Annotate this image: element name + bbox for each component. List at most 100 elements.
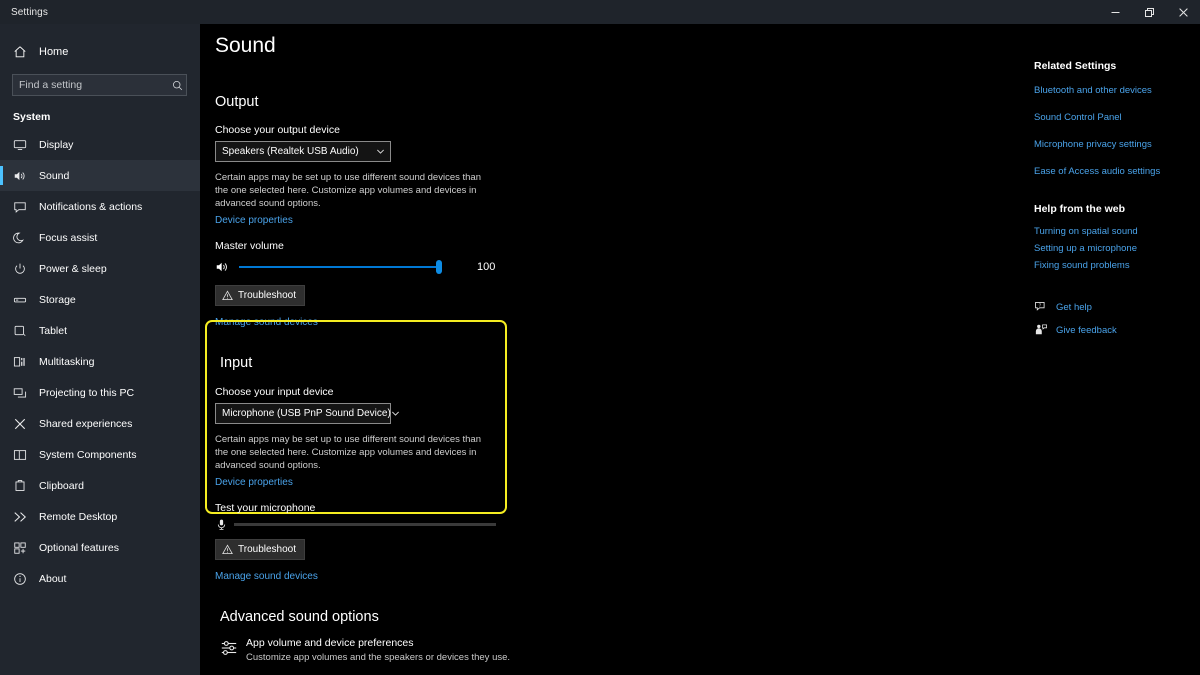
- input-device-value: Microphone (USB PnP Sound Device): [222, 408, 391, 419]
- output-manage-sound-devices-link[interactable]: Manage sound devices: [215, 317, 318, 328]
- input-device-label: Choose your input device: [215, 386, 334, 398]
- output-heading: Output: [215, 94, 259, 110]
- page-title: Sound: [215, 34, 276, 57]
- output-device-value: Speakers (Realtek USB Audio): [222, 146, 359, 157]
- master-volume-row: 100: [215, 260, 495, 274]
- sidebar-item-label: Multitasking: [39, 355, 95, 368]
- sidebar-nav-list: Display Sound Notifications & actions Focus…: [0, 129, 200, 594]
- search-box[interactable]: [12, 74, 187, 96]
- share-icon: [13, 417, 33, 431]
- microphone-level-meter: [234, 523, 496, 526]
- master-volume-thumb[interactable]: [436, 260, 442, 274]
- get-help-row[interactable]: ? Get help: [1034, 300, 1194, 314]
- sidebar-item-clipboard[interactable]: Clipboard: [0, 470, 200, 501]
- sidebar-item-label: Remote Desktop: [39, 510, 118, 523]
- advanced-heading: Advanced sound options: [220, 609, 379, 625]
- input-troubleshoot-label: Troubleshoot: [238, 544, 296, 555]
- help-links-list: Turning on spatial sound Setting up a mic…: [1034, 226, 1194, 271]
- give-feedback-icon: [1034, 323, 1056, 337]
- app-volume-subtitle: Customize app volumes and the speakers o…: [246, 652, 511, 663]
- sidebar-item-focus-assist[interactable]: Focus assist: [0, 222, 200, 253]
- sidebar-item-label: Power & sleep: [39, 262, 107, 275]
- speaker-icon: [13, 169, 33, 183]
- tablet-icon: [13, 324, 33, 338]
- close-button[interactable]: [1166, 0, 1200, 24]
- related-settings-rail: Related Settings Bluetooth and other dev…: [1034, 60, 1194, 337]
- sidebar-item-tablet[interactable]: Tablet: [0, 315, 200, 346]
- sidebar-item-label: Storage: [39, 293, 76, 306]
- output-device-properties-link[interactable]: Device properties: [215, 215, 293, 226]
- input-manage-sound-devices-link[interactable]: Manage sound devices: [215, 571, 318, 582]
- minimize-button[interactable]: [1098, 0, 1132, 24]
- output-helper-text: Certain apps may be set up to use differ…: [215, 172, 481, 209]
- master-volume-value: 100: [477, 261, 496, 273]
- speaker-volume-icon: [215, 260, 233, 274]
- chevron-down-icon: [370, 147, 390, 156]
- window-title: Settings: [11, 6, 48, 18]
- sidebar-item-projecting-to-this-pc[interactable]: Projecting to this PC: [0, 377, 200, 408]
- master-volume-slider[interactable]: [239, 260, 442, 274]
- app-volume-title: App volume and device preferences: [246, 637, 414, 649]
- sidebar-item-home[interactable]: Home: [0, 37, 200, 67]
- related-link-2[interactable]: Microphone privacy settings: [1034, 139, 1194, 150]
- features-icon: [13, 541, 33, 555]
- clipboard-icon: [13, 479, 33, 493]
- help-link-1[interactable]: Setting up a microphone: [1034, 243, 1194, 254]
- output-troubleshoot-button[interactable]: Troubleshoot: [215, 285, 305, 306]
- components-icon: [13, 448, 33, 462]
- warning-triangle-icon: [222, 544, 233, 555]
- sidebar-item-label: Shared experiences: [39, 417, 133, 430]
- sidebar-item-display[interactable]: Display: [0, 129, 200, 160]
- home-icon: [13, 45, 35, 59]
- master-volume-label: Master volume: [215, 240, 284, 252]
- sidebar-item-label: Display: [39, 138, 74, 151]
- input-troubleshoot-button[interactable]: Troubleshoot: [215, 539, 305, 560]
- sidebar-item-shared-experiences[interactable]: Shared experiences: [0, 408, 200, 439]
- sidebar-item-remote-desktop[interactable]: Remote Desktop: [0, 501, 200, 532]
- sidebar-item-storage[interactable]: Storage: [0, 284, 200, 315]
- moon-icon: [13, 231, 33, 245]
- sidebar-item-sound[interactable]: Sound: [0, 160, 200, 191]
- related-settings-heading: Related Settings: [1034, 60, 1117, 72]
- search-input[interactable]: [13, 75, 168, 95]
- warning-triangle-icon: [222, 290, 233, 301]
- sidebar: Home System Display Sound Notifications & …: [0, 24, 200, 675]
- sidebar-item-label: System Components: [39, 448, 137, 461]
- sidebar-item-optional-features[interactable]: Optional features: [0, 532, 200, 563]
- info-icon: [13, 572, 33, 586]
- search-icon[interactable]: [168, 80, 186, 91]
- sidebar-item-about[interactable]: About: [0, 563, 200, 594]
- input-heading: Input: [220, 355, 253, 371]
- microphone-icon: [215, 518, 231, 531]
- sidebar-item-multitasking[interactable]: Multitasking: [0, 346, 200, 377]
- get-help-icon: ?: [1034, 300, 1056, 314]
- restore-button[interactable]: [1132, 0, 1166, 24]
- sidebar-item-label: Sound: [39, 169, 70, 182]
- input-device-select[interactable]: Microphone (USB PnP Sound Device): [215, 403, 399, 424]
- sidebar-item-power-sleep[interactable]: Power & sleep: [0, 253, 200, 284]
- sidebar-item-label: Projecting to this PC: [39, 386, 135, 399]
- sidebar-item-label: Optional features: [39, 541, 119, 554]
- get-help-link[interactable]: Get help: [1056, 302, 1092, 313]
- sliders-icon: [220, 637, 246, 657]
- sidebar-item-system-components[interactable]: System Components: [0, 439, 200, 470]
- related-link-1[interactable]: Sound Control Panel: [1034, 112, 1194, 123]
- help-from-web-heading: Help from the web: [1034, 203, 1126, 215]
- related-link-3[interactable]: Ease of Access audio settings: [1034, 166, 1194, 177]
- related-link-0[interactable]: Bluetooth and other devices: [1034, 85, 1194, 96]
- drive-icon: [13, 293, 33, 307]
- help-link-2[interactable]: Fixing sound problems: [1034, 260, 1194, 271]
- test-microphone-label: Test your microphone: [215, 502, 316, 514]
- give-feedback-row[interactable]: Give feedback: [1034, 323, 1194, 337]
- input-helper-text: Certain apps may be set up to use differ…: [215, 434, 481, 471]
- power-icon: [13, 262, 33, 276]
- output-device-select[interactable]: Speakers (Realtek USB Audio): [215, 141, 391, 162]
- help-link-0[interactable]: Turning on spatial sound: [1034, 226, 1194, 237]
- input-device-properties-link[interactable]: Device properties: [215, 477, 293, 488]
- give-feedback-link[interactable]: Give feedback: [1056, 325, 1117, 336]
- sidebar-item-notifications-actions[interactable]: Notifications & actions: [0, 191, 200, 222]
- sidebar-item-label: Focus assist: [39, 231, 98, 244]
- microphone-test-row: [215, 518, 496, 531]
- app-volume-preferences-item[interactable]: App volume and device preferences Custom…: [220, 637, 510, 663]
- related-links-list: Bluetooth and other devices Sound Control…: [1034, 85, 1194, 177]
